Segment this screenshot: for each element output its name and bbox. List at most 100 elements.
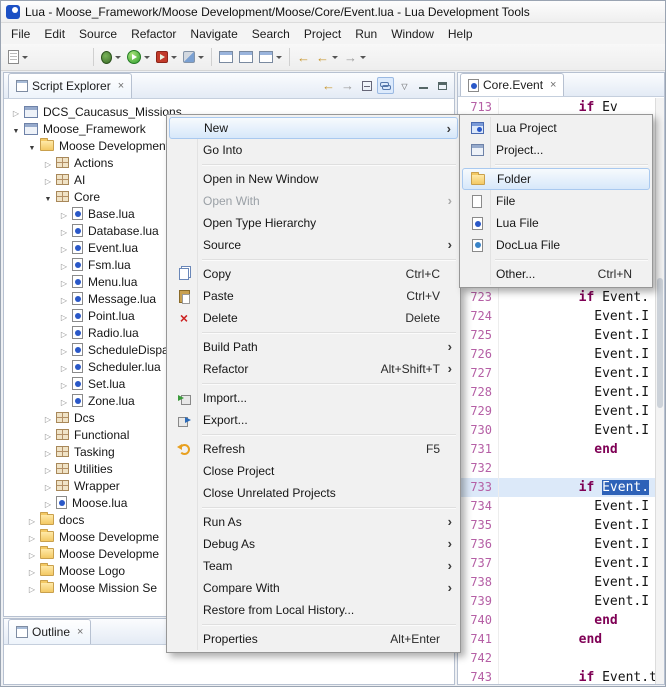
chevron-collapsed-icon[interactable]	[57, 208, 71, 220]
editor-tab-label: Core.Event	[483, 78, 543, 92]
menu-help[interactable]: Help	[441, 25, 480, 43]
run-button[interactable]	[124, 46, 153, 68]
chevron-collapsed-icon[interactable]	[57, 395, 71, 407]
chevron-collapsed-icon[interactable]	[57, 225, 71, 237]
chevron-collapsed-icon[interactable]	[57, 276, 71, 288]
close-icon[interactable]	[550, 80, 556, 91]
open-resource-button[interactable]	[236, 46, 256, 68]
menu-navigate[interactable]: Navigate	[183, 25, 244, 43]
menu-item-open-type-hierarchy[interactable]: Open Type Hierarchy	[169, 212, 458, 234]
open-type-button[interactable]	[216, 46, 236, 68]
menu-item-import[interactable]: Import...	[169, 387, 458, 409]
last-edit-location-button[interactable]: ←	[294, 46, 313, 68]
editor-scrollbar[interactable]	[655, 98, 664, 684]
menu-window[interactable]: Window	[384, 25, 441, 43]
menu-item-paste[interactable]: PasteCtrl+V	[169, 285, 458, 307]
menu-item-export[interactable]: Export...	[169, 409, 458, 431]
tab-script-explorer[interactable]: Script Explorer	[8, 73, 132, 98]
new-button[interactable]	[5, 46, 31, 68]
chevron-collapsed-icon[interactable]	[57, 242, 71, 254]
chevron-collapsed-icon[interactable]	[41, 412, 55, 424]
view-forward-button[interactable]: →	[339, 77, 356, 94]
menu-item-refactor[interactable]: RefactorAlt+Shift+T	[169, 358, 458, 380]
submenu-item-folder[interactable]: Folder	[462, 168, 650, 190]
chevron-collapsed-icon[interactable]	[25, 514, 39, 526]
folder-icon	[471, 174, 485, 185]
chevron-collapsed-icon[interactable]	[25, 531, 39, 543]
package-icon	[56, 157, 69, 168]
menu-item-team[interactable]: Team	[169, 555, 458, 577]
menu-item-build-path[interactable]: Build Path	[169, 336, 458, 358]
chevron-collapsed-icon[interactable]	[41, 157, 55, 169]
menu-edit[interactable]: Edit	[37, 25, 72, 43]
chevron-collapsed-icon[interactable]	[57, 310, 71, 322]
selected-text: Event.	[602, 480, 649, 495]
menu-item-restore-from-local-history[interactable]: Restore from Local History...	[169, 599, 458, 621]
window-title: Lua - Moose_Framework/Moose Development/…	[25, 5, 530, 19]
script-explorer-header: Script Explorer ← →	[4, 73, 454, 99]
chevron-collapsed-icon[interactable]	[41, 480, 55, 492]
menu-item-delete[interactable]: DeleteDelete	[169, 307, 458, 329]
submenu-item-project[interactable]: Project...	[462, 139, 650, 161]
chevron-collapsed-icon[interactable]	[57, 378, 71, 390]
collapse-all-button[interactable]	[358, 77, 375, 94]
chevron-collapsed-icon[interactable]	[57, 259, 71, 271]
submenu-item-doclua-file[interactable]: DocLua File	[462, 234, 650, 256]
menu-source[interactable]: Source	[72, 25, 124, 43]
menu-separator	[202, 332, 456, 333]
link-with-editor-button[interactable]	[377, 77, 394, 94]
chevron-collapsed-icon[interactable]	[25, 582, 39, 594]
chevron-collapsed-icon[interactable]	[57, 361, 71, 373]
chevron-collapsed-icon[interactable]	[41, 429, 55, 441]
chevron-collapsed-icon[interactable]	[57, 327, 71, 339]
chevron-expanded-icon[interactable]	[41, 191, 55, 203]
menu-item-refresh[interactable]: RefreshF5	[169, 438, 458, 460]
menu-item-open-in-new-window[interactable]: Open in New Window	[169, 168, 458, 190]
submenu-item-other[interactable]: Other...Ctrl+N	[462, 263, 650, 285]
chevron-collapsed-icon[interactable]	[41, 174, 55, 186]
coverage-button[interactable]	[180, 46, 207, 68]
menu-refactor[interactable]: Refactor	[124, 25, 183, 43]
menu-item-source[interactable]: Source	[169, 234, 458, 256]
submenu-item-file[interactable]: File	[462, 190, 650, 212]
chevron-collapsed-icon[interactable]	[9, 106, 23, 118]
menu-search[interactable]: Search	[245, 25, 297, 43]
debug-button[interactable]	[98, 46, 124, 68]
search-button[interactable]	[256, 46, 285, 68]
scrollbar-thumb[interactable]	[657, 278, 663, 408]
minimize-button[interactable]	[415, 77, 432, 94]
external-tools-button[interactable]	[153, 46, 180, 68]
menu-item-go-into[interactable]: Go Into	[169, 139, 458, 161]
back-button[interactable]: ←	[313, 46, 341, 68]
chevron-collapsed-icon[interactable]	[25, 548, 39, 560]
chevron-collapsed-icon[interactable]	[41, 446, 55, 458]
close-icon[interactable]	[118, 81, 124, 92]
menu-item-copy[interactable]: CopyCtrl+C	[169, 263, 458, 285]
close-icon[interactable]	[77, 627, 83, 638]
chevron-collapsed-icon[interactable]	[41, 463, 55, 475]
chevron-expanded-icon[interactable]	[9, 123, 23, 135]
menu-file[interactable]: File	[4, 25, 37, 43]
menu-project[interactable]: Project	[297, 25, 348, 43]
tab-core-event[interactable]: Core.Event	[460, 73, 564, 96]
menu-item-new[interactable]: New	[169, 117, 458, 139]
view-menu-button[interactable]	[396, 77, 413, 94]
chevron-collapsed-icon[interactable]	[57, 293, 71, 305]
forward-button[interactable]: →	[341, 46, 369, 68]
tab-outline[interactable]: Outline	[8, 619, 91, 644]
menu-item-debug-as[interactable]: Debug As	[169, 533, 458, 555]
menu-item-run-as[interactable]: Run As	[169, 511, 458, 533]
menu-run[interactable]: Run	[348, 25, 384, 43]
chevron-collapsed-icon[interactable]	[41, 497, 55, 509]
menu-item-compare-with[interactable]: Compare With	[169, 577, 458, 599]
view-back-button[interactable]: ←	[320, 77, 337, 94]
maximize-button[interactable]	[434, 77, 451, 94]
chevron-expanded-icon[interactable]	[25, 140, 39, 152]
submenu-item-lua-file[interactable]: Lua File	[462, 212, 650, 234]
chevron-collapsed-icon[interactable]	[57, 344, 71, 356]
menu-item-close-unrelated-projects[interactable]: Close Unrelated Projects	[169, 482, 458, 504]
menu-item-close-project[interactable]: Close Project	[169, 460, 458, 482]
chevron-collapsed-icon[interactable]	[25, 565, 39, 577]
menu-item-properties[interactable]: PropertiesAlt+Enter	[169, 628, 458, 650]
submenu-item-lua-project[interactable]: Lua Project	[462, 117, 650, 139]
